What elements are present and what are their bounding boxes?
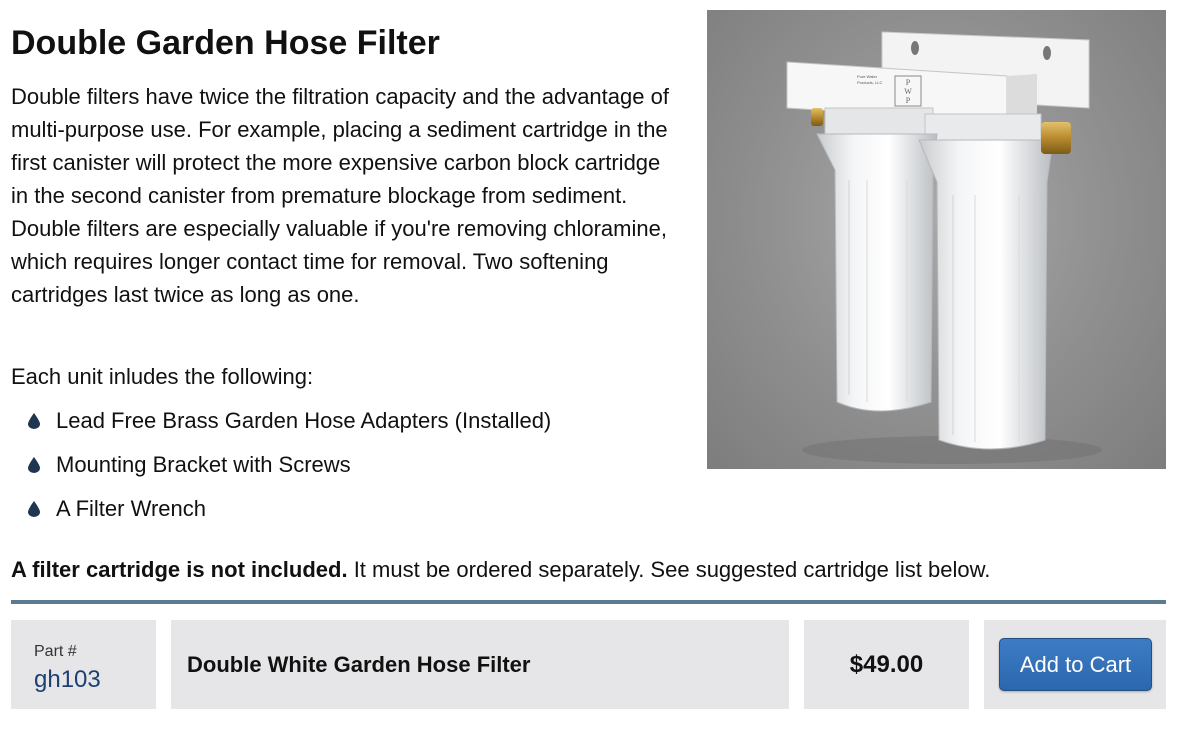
- bracket-label: Pure Water: [857, 74, 878, 79]
- water-drop-icon: [28, 501, 40, 517]
- product-description: Double filters have twice the filtration…: [11, 84, 669, 307]
- price: $49.00: [849, 650, 924, 678]
- includes-heading: Each unit inludes the following:: [11, 364, 314, 389]
- bracket-label: Products, LLC: [857, 80, 882, 85]
- water-drop-icon: [28, 413, 40, 429]
- list-item-label: Lead Free Brass Garden Hose Adapters (In…: [56, 408, 552, 433]
- list-item-label: Mounting Bracket with Screws: [56, 452, 351, 477]
- notice-text: It must be ordered separately. See sugge…: [347, 557, 991, 582]
- bracket-logo-letter: W: [904, 87, 912, 96]
- cart-cell: Add to Cart: [984, 620, 1166, 709]
- product-image: P W P Pure Water Products, LLC: [707, 10, 1166, 469]
- section-divider: [11, 600, 1166, 604]
- water-drop-icon: [28, 457, 40, 473]
- list-item: Mounting Bracket with Screws: [28, 443, 551, 487]
- list-item: A Filter Wrench: [28, 487, 551, 531]
- list-item: Lead Free Brass Garden Hose Adapters (In…: [28, 399, 551, 443]
- page-title: Double Garden Hose Filter: [11, 24, 440, 62]
- part-number-cell: Part # gh103: [11, 620, 156, 709]
- list-item-label: A Filter Wrench: [56, 496, 206, 521]
- price-cell: $49.00: [804, 620, 969, 709]
- bracket-logo-letter: P: [906, 96, 911, 105]
- bracket-logo-letter: P: [906, 78, 911, 87]
- product-name: Double White Garden Hose Filter: [187, 651, 531, 677]
- cartridge-notice: A filter cartridge is not included. It m…: [11, 555, 990, 585]
- part-label: Part #: [34, 643, 77, 660]
- notice-emphasis: A filter cartridge is not included.: [11, 557, 348, 582]
- product-name-cell: Double White Garden Hose Filter: [171, 620, 789, 709]
- part-number: gh103: [34, 666, 101, 693]
- includes-list: Lead Free Brass Garden Hose Adapters (In…: [28, 399, 551, 531]
- filter-illustration: P W P Pure Water Products, LLC: [786, 31, 1102, 464]
- add-to-cart-button[interactable]: Add to Cart: [999, 638, 1152, 691]
